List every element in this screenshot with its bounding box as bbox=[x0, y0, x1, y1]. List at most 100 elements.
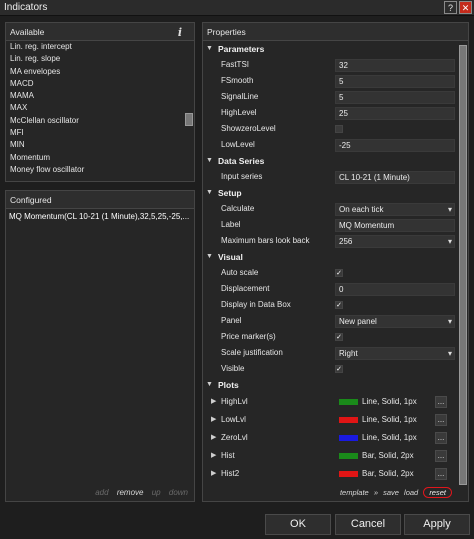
cancel-button[interactable]: Cancel bbox=[335, 514, 401, 535]
plot-edit-button[interactable]: ... bbox=[435, 396, 447, 408]
plot-edit-button[interactable]: ... bbox=[435, 432, 447, 444]
load-link[interactable]: load bbox=[404, 488, 418, 497]
expand-arrow-icon[interactable]: ▶ bbox=[211, 465, 216, 483]
label-input[interactable]: MQ Momentum bbox=[335, 219, 455, 232]
list-item[interactable]: Lin. reg. intercept bbox=[6, 41, 184, 53]
collapse-arrow-icon[interactable]: ▼ bbox=[206, 153, 213, 169]
up-button[interactable]: up bbox=[152, 488, 161, 497]
list-item[interactable]: Momentum bbox=[6, 152, 184, 164]
properties-header: Properties bbox=[203, 23, 468, 41]
properties-title: Properties bbox=[207, 27, 246, 37]
category-plots[interactable]: ▼ Plots bbox=[203, 377, 460, 393]
configured-item[interactable]: MQ Momentum(CL 10-21 (1 Minute),32,5,25,… bbox=[6, 210, 194, 223]
list-item[interactable]: Money flow oscillator bbox=[6, 164, 184, 176]
input-series-field[interactable]: CL 10-21 (1 Minute) bbox=[335, 171, 455, 184]
available-header: Available i bbox=[6, 23, 194, 41]
signalline-input[interactable]: 5 bbox=[335, 91, 455, 104]
list-item[interactable]: MFI bbox=[6, 127, 184, 139]
available-scrollbar[interactable] bbox=[185, 43, 193, 179]
calculate-select[interactable]: On each tick ▾ bbox=[335, 203, 455, 216]
auto-scale-checkbox[interactable]: ✓ bbox=[335, 269, 343, 277]
collapse-arrow-icon[interactable]: ▼ bbox=[206, 185, 213, 201]
scale-justification-select[interactable]: Right ▾ bbox=[335, 347, 455, 360]
scroll-thumb[interactable] bbox=[185, 113, 193, 126]
list-item[interactable]: Lin. reg. slope bbox=[6, 53, 184, 65]
expand-arrow-icon[interactable]: ▶ bbox=[211, 429, 216, 447]
lowlevel-input[interactable]: -25 bbox=[335, 139, 455, 152]
plot-row-zerolvl[interactable]: ▶ ZeroLvl Line, Solid, 1px ... bbox=[203, 429, 460, 447]
property-label: FSmooth bbox=[221, 76, 254, 85]
select-value: Right bbox=[339, 349, 358, 358]
price-markers-checkbox[interactable]: ✓ bbox=[335, 333, 343, 341]
plot-edit-button[interactable]: ... bbox=[435, 450, 447, 462]
scroll-thumb[interactable] bbox=[459, 45, 467, 485]
plot-edit-button[interactable]: ... bbox=[435, 468, 447, 480]
configured-header: Configured bbox=[6, 191, 194, 209]
plot-row-highlvl[interactable]: ▶ HighLvl Line, Solid, 1px ... bbox=[203, 393, 460, 411]
ok-button[interactable]: OK bbox=[265, 514, 331, 535]
property-label: HighLevel bbox=[221, 108, 257, 117]
list-item[interactable]: MAX bbox=[6, 102, 184, 114]
plot-row-hist[interactable]: ▶ Hist Bar, Solid, 2px ... bbox=[203, 447, 460, 465]
property-label: Calculate bbox=[221, 204, 255, 213]
category-parameters[interactable]: ▼ Parameters bbox=[203, 41, 460, 57]
category-data-series[interactable]: ▼ Data Series bbox=[203, 153, 460, 169]
help-button[interactable]: ? bbox=[444, 1, 457, 14]
property-row: Input series CL 10-21 (1 Minute) bbox=[203, 169, 460, 185]
property-row: Displacement 0 bbox=[203, 281, 460, 297]
available-panel: Available i Lin. reg. intercept Lin. reg… bbox=[5, 22, 195, 182]
color-swatch bbox=[339, 435, 358, 441]
showzerolevel-checkbox[interactable] bbox=[335, 125, 343, 133]
property-row: FastTSI 32 bbox=[203, 57, 460, 73]
property-row: Scale justification Right ▾ bbox=[203, 345, 460, 361]
color-swatch bbox=[339, 471, 358, 477]
properties-scrollbar[interactable] bbox=[459, 43, 467, 485]
reset-link[interactable]: reset bbox=[423, 487, 452, 498]
plot-name: HighLvl bbox=[221, 397, 248, 406]
property-row: Display in Data Box ✓ bbox=[203, 297, 460, 313]
max-bars-select[interactable]: 256 ▾ bbox=[335, 235, 455, 248]
plot-row-hist2[interactable]: ▶ Hist2 Bar, Solid, 2px ... bbox=[203, 465, 460, 483]
plot-desc: Line, Solid, 1px bbox=[362, 397, 417, 406]
expand-arrow-icon[interactable]: ▶ bbox=[211, 393, 216, 411]
color-swatch bbox=[339, 417, 358, 423]
down-button[interactable]: down bbox=[169, 488, 188, 497]
expand-arrow-icon[interactable]: ▶ bbox=[211, 447, 216, 465]
fsmooth-input[interactable]: 5 bbox=[335, 75, 455, 88]
category-visual[interactable]: ▼ Visual bbox=[203, 249, 460, 265]
fasttsi-input[interactable]: 32 bbox=[335, 59, 455, 72]
window-title: Indicators bbox=[4, 2, 48, 13]
plot-edit-button[interactable]: ... bbox=[435, 414, 447, 426]
category-setup[interactable]: ▼ Setup bbox=[203, 185, 460, 201]
visible-checkbox[interactable]: ✓ bbox=[335, 365, 343, 373]
list-item[interactable]: McClellan oscillator bbox=[6, 115, 184, 127]
display-data-box-checkbox[interactable]: ✓ bbox=[335, 301, 343, 309]
save-link[interactable]: save bbox=[383, 488, 399, 497]
collapse-arrow-icon[interactable]: ▼ bbox=[206, 41, 213, 57]
add-button[interactable]: add bbox=[95, 488, 108, 497]
collapse-arrow-icon[interactable]: ▼ bbox=[206, 377, 213, 393]
property-row: Maximum bars look back 256 ▾ bbox=[203, 233, 460, 249]
chevron-down-icon: ▾ bbox=[447, 317, 452, 326]
list-item[interactable]: MIN bbox=[6, 139, 184, 151]
property-row: ShowzeroLevel bbox=[203, 121, 460, 137]
info-icon[interactable]: i bbox=[178, 24, 182, 42]
property-label: Price marker(s) bbox=[221, 332, 276, 341]
list-item[interactable]: MA envelopes bbox=[6, 66, 184, 78]
property-grid: ▼ Parameters FastTSI 32 FSmooth 5 Signal… bbox=[203, 41, 460, 485]
select-value: New panel bbox=[339, 317, 377, 326]
plot-desc: Line, Solid, 1px bbox=[362, 415, 417, 424]
list-item[interactable]: MACD bbox=[6, 78, 184, 90]
plot-row-lowlvl[interactable]: ▶ LowLvl Line, Solid, 1px ... bbox=[203, 411, 460, 429]
close-button[interactable]: ✕ bbox=[459, 1, 472, 14]
panel-select[interactable]: New panel ▾ bbox=[335, 315, 455, 328]
displacement-input[interactable]: 0 bbox=[335, 283, 455, 296]
chevron-down-icon: ▾ bbox=[447, 237, 452, 246]
remove-button[interactable]: remove bbox=[117, 488, 144, 497]
collapse-arrow-icon[interactable]: ▼ bbox=[206, 249, 213, 265]
highlevel-input[interactable]: 25 bbox=[335, 107, 455, 120]
title-bar: Indicators ? ✕ bbox=[0, 0, 474, 16]
list-item[interactable]: MAMA bbox=[6, 90, 184, 102]
expand-arrow-icon[interactable]: ▶ bbox=[211, 411, 216, 429]
apply-button[interactable]: Apply bbox=[404, 514, 470, 535]
